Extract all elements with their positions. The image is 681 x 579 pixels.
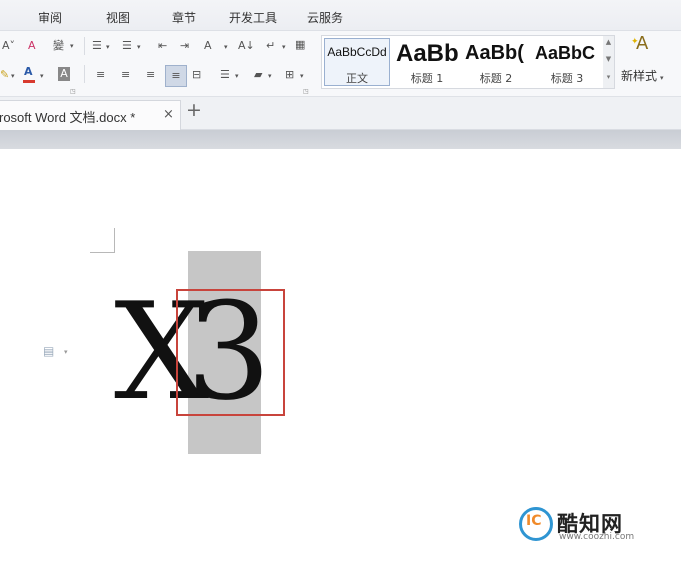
bullets-dropdown-icon[interactable]: ▾ — [106, 40, 110, 54]
styles-gallery: AaBbCcDd 正文 AaBb 标题 1 AaBb( 标题 2 AaBbC 标… — [321, 35, 605, 89]
align-right-icon[interactable]: ≡ — [146, 68, 155, 82]
font-color-dropdown-icon[interactable]: ▾ — [40, 69, 44, 83]
style-sample: AaBbC — [535, 43, 596, 63]
annotation-red-box — [176, 289, 285, 416]
style-heading-1[interactable]: AaBb 标题 1 — [394, 36, 460, 88]
justify-icon[interactable]: ≡ — [165, 65, 187, 87]
style-name: 正文 — [346, 72, 368, 85]
font-shrink-icon[interactable]: A˅ — [2, 39, 15, 53]
menu-cloud-services[interactable]: 云服务 — [307, 9, 343, 26]
close-tab-icon[interactable]: × — [163, 107, 174, 122]
ruler-strip — [0, 130, 681, 149]
line-spacing-dropdown-icon[interactable]: ▾ — [235, 69, 239, 83]
char-shading-icon[interactable]: A — [58, 67, 70, 81]
indent-icon[interactable]: ⇥ — [180, 39, 189, 53]
style-heading-3[interactable]: AaBbC 标题 3 — [532, 36, 602, 88]
font-color-bar — [23, 80, 35, 83]
document-tab-bar: rosoft Word 文档.docx * × + — [0, 97, 681, 130]
paragraph-layout-dropdown-icon[interactable]: ▾ — [64, 348, 68, 356]
style-name: 标题 3 — [550, 72, 584, 85]
style-sample: AaBb( — [465, 42, 524, 64]
menu-chapter[interactable]: 章节 — [172, 9, 196, 26]
ribbon-separator — [84, 65, 85, 83]
table-icon[interactable]: ▦ — [295, 38, 305, 52]
document-tab[interactable]: rosoft Word 文档.docx * × — [0, 100, 181, 130]
numbering-icon[interactable]: ☰ — [122, 39, 132, 53]
text-direction-dropdown-icon[interactable]: ▾ — [224, 40, 228, 54]
shading-dropdown-icon[interactable]: ▾ — [268, 69, 272, 83]
margin-corner-mark — [90, 228, 115, 253]
document-tab-title: rosoft Word 文档.docx * — [0, 110, 136, 125]
gallery-down-icon[interactable]: ▼ — [604, 55, 613, 63]
outdent-icon[interactable]: ⇤ — [158, 39, 167, 53]
text-direction-icon[interactable]: A — [204, 39, 212, 53]
style-sample: AaBb — [396, 40, 459, 67]
highlight-pen-icon[interactable]: ✎ — [0, 68, 9, 82]
borders-dropdown-icon[interactable]: ▾ — [300, 69, 304, 83]
ribbon-separator — [84, 37, 85, 55]
phonetic-dropdown-icon[interactable]: ▾ — [70, 39, 74, 53]
show-marks-dropdown-icon[interactable]: ▾ — [282, 40, 286, 54]
styles-gallery-scrollbar[interactable]: ▲ ▼ ▾ — [603, 35, 615, 89]
clear-format-icon[interactable]: A — [28, 39, 36, 53]
ribbon-toolbar: A˅ A 變 ▾ ☰ ▾ ☰ ▾ ⇤ ⇥ A ▾ A↓ ↵ ▾ ▦ ✎ ▾ A … — [0, 31, 681, 97]
menu-review[interactable]: 审阅 — [38, 9, 62, 26]
paragraph-layout-icon[interactable]: ▤ — [43, 344, 54, 358]
menu-developer-tools[interactable]: 开发工具 — [229, 9, 277, 26]
style-name: 标题 2 — [479, 72, 513, 85]
watermark-logo-letters: IC — [526, 513, 542, 529]
sparkle-icon: ✦ — [631, 37, 639, 47]
gallery-up-icon[interactable]: ▲ — [604, 38, 613, 46]
numbering-dropdown-icon[interactable]: ▾ — [137, 40, 141, 54]
line-spacing-icon[interactable]: ☰ — [220, 68, 230, 82]
highlight-dropdown-icon[interactable]: ▾ — [11, 69, 15, 83]
style-sample: AaBbCcDd — [327, 45, 387, 59]
new-style-dropdown-icon[interactable]: ▾ — [660, 71, 664, 85]
menu-view[interactable]: 视图 — [106, 9, 130, 26]
new-style-label[interactable]: 新样式 — [621, 69, 657, 83]
bullets-icon[interactable]: ☰ — [92, 39, 102, 53]
shading-icon[interactable]: ▰ — [254, 68, 262, 82]
phonetic-guide-icon[interactable]: 變 — [53, 39, 64, 53]
style-heading-2[interactable]: AaBb( 标题 2 — [462, 36, 530, 88]
borders-icon[interactable]: ⊞ — [285, 68, 294, 82]
sort-icon[interactable]: A↓ — [238, 39, 255, 53]
show-marks-icon[interactable]: ↵ — [266, 39, 275, 53]
distribute-icon[interactable]: ⊟ — [192, 68, 201, 82]
gallery-more-icon[interactable]: ▾ — [604, 73, 613, 81]
font-color-icon[interactable]: A — [24, 65, 33, 79]
style-normal[interactable]: AaBbCcDd 正文 — [322, 36, 392, 88]
watermark-url: www.coozhi.com — [559, 532, 635, 542]
align-left-icon[interactable]: ≡ — [96, 68, 105, 82]
new-tab-icon[interactable]: + — [186, 99, 202, 121]
style-name: 标题 1 — [410, 72, 444, 85]
menu-bar: 审阅 视图 章节 开发工具 云服务 — [0, 0, 681, 31]
align-center-icon[interactable]: ≡ — [121, 68, 130, 82]
